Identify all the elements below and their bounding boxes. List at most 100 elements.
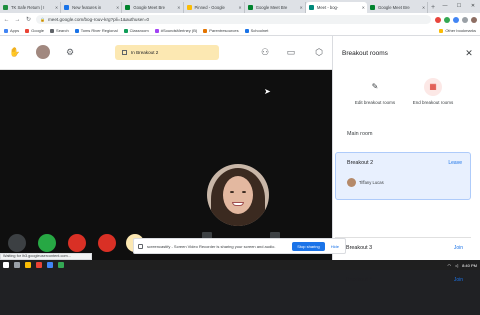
extension-icon[interactable]: [444, 16, 450, 23]
close-panel-button[interactable]: ✕: [462, 46, 476, 60]
avatar: [347, 178, 356, 187]
bookmark-item[interactable]: Toms River Regional: [74, 28, 118, 33]
chrome-icon[interactable]: [36, 262, 42, 268]
main-room-label[interactable]: Main room: [347, 131, 372, 137]
bookmark-favicon-icon: [154, 28, 159, 33]
screen-share-icon: [138, 243, 143, 249]
extension-icon[interactable]: [435, 16, 441, 23]
end-call-button[interactable]: [68, 234, 86, 252]
browser-tab-active[interactable]: Meet - bog- ✕: [305, 2, 368, 13]
leave-room-button[interactable]: Leave: [448, 160, 462, 166]
browser-tab[interactable]: TK Safe Return | I ✕: [0, 2, 62, 13]
back-icon[interactable]: ←: [3, 17, 10, 23]
bookmark-item[interactable]: Classroom: [123, 28, 149, 33]
minimize-icon[interactable]: —: [438, 0, 452, 13]
wifi-icon[interactable]: ◠: [448, 263, 452, 268]
people-icon[interactable]: ⚇: [258, 45, 272, 59]
status-bubble: Waiting for lh3.googleusercontent.com...: [0, 253, 92, 260]
room-name: Breakout 2: [347, 160, 374, 166]
tab-favicon-icon: [247, 5, 253, 10]
bookmark-item[interactable]: Schoolnet: [244, 28, 268, 33]
eye-right: [242, 191, 246, 193]
bookmark-item[interactable]: Google: [25, 28, 44, 33]
room-name: Breakout 3: [346, 245, 373, 251]
close-tab-icon[interactable]: ✕: [238, 2, 241, 13]
activities-icon[interactable]: ⬡: [312, 45, 326, 59]
reload-icon[interactable]: ↻: [25, 16, 32, 23]
windows-start-icon[interactable]: [3, 262, 9, 268]
close-tab-icon[interactable]: ✕: [116, 2, 119, 13]
profile-avatar[interactable]: [471, 16, 477, 23]
bookmark-favicon-icon: [74, 28, 79, 33]
bookmarks-bar: Apps Google Search Toms River Regional C…: [0, 26, 480, 36]
other-bookmarks[interactable]: Other bookmarks: [439, 28, 476, 33]
settings-icon[interactable]: ⚙: [63, 45, 77, 59]
browser-tab[interactable]: Pinned - Google ✕: [184, 2, 245, 13]
extensions: [435, 16, 477, 23]
new-tab-button[interactable]: +: [428, 2, 438, 13]
hide-button[interactable]: Hide: [329, 244, 341, 249]
classroom-icon: [123, 28, 128, 33]
join-room-button[interactable]: Join: [454, 245, 463, 251]
url-field[interactable]: 🔒 meet.google.com/bog-rouv-krg?pli=1&aut…: [36, 15, 431, 24]
join-room-button[interactable]: Join: [454, 277, 463, 283]
tab-favicon-icon: [186, 5, 192, 10]
browser-tab[interactable]: Google Meet Bre ✕: [367, 2, 429, 13]
end-breakout-rooms-button[interactable]: ▦ End breakout rooms: [405, 78, 461, 106]
search-icon: [50, 28, 55, 33]
system-tray: ◠ ◁ 8:40 PM: [448, 263, 477, 268]
google-icon: [25, 28, 30, 33]
room-name: Breakout 4: [346, 277, 373, 283]
clock[interactable]: 8:40 PM: [462, 263, 477, 268]
tab-strip: TK Safe Return | I ✕ New features in ✕ Goo…: [0, 0, 480, 13]
close-tab-icon[interactable]: ✕: [362, 2, 365, 13]
meet-area: ✋ ⚙ In Breakout 2 ⚇ ▭ ⬡ ➤: [0, 36, 332, 260]
camera-button[interactable]: [38, 234, 56, 252]
close-window-icon[interactable]: ✕: [466, 0, 480, 13]
mouse-cursor-icon: ➤: [264, 87, 271, 96]
breakout-panel: Breakout rooms ✕ ✎ Edit breakout rooms ▦…: [332, 36, 480, 283]
extension-icon[interactable]: [453, 16, 459, 23]
taskbar-app-icon[interactable]: [47, 262, 53, 268]
meet-top-bar: ✋ ⚙ In Breakout 2 ⚇ ▭ ⬡: [0, 36, 332, 70]
maximize-icon[interactable]: ☐: [452, 0, 466, 13]
breakout-room-indicator[interactable]: In Breakout 2: [115, 45, 219, 60]
browser-tab[interactable]: Google Meet Bre ✕: [245, 2, 306, 13]
eye-left: [230, 191, 234, 193]
close-tab-icon[interactable]: ✕: [55, 2, 58, 13]
tab-favicon-icon: [370, 5, 376, 10]
taskbar-app-icon[interactable]: [58, 262, 64, 268]
mic-button[interactable]: [8, 234, 26, 252]
browser-tab[interactable]: Google Meet Bre ✕: [122, 2, 184, 13]
file-explorer-icon[interactable]: [25, 262, 31, 268]
panel-title: Breakout rooms: [342, 50, 388, 57]
close-tab-icon[interactable]: ✕: [422, 2, 425, 13]
edit-breakout-rooms-button[interactable]: ✎ Edit breakout rooms: [347, 78, 403, 106]
screen-sharing-notification: screencastify - Screen Video Recorder is…: [133, 238, 346, 254]
extension-icon[interactable]: [462, 16, 468, 23]
close-tab-icon[interactable]: ✕: [177, 2, 180, 13]
forward-icon[interactable]: →: [14, 17, 21, 23]
raise-hand-icon[interactable]: ✋: [8, 45, 22, 59]
tab-favicon-icon: [308, 5, 314, 10]
taskbar: ◠ ◁ 8:40 PM: [0, 260, 480, 270]
tab-favicon-icon: [125, 5, 131, 10]
chat-icon[interactable]: ▭: [284, 45, 298, 59]
bookmark-item[interactable]: #SoundsMeriney (B): [154, 28, 197, 33]
avatar: [36, 45, 50, 59]
volume-icon[interactable]: ◁: [455, 263, 458, 268]
bookmark-item[interactable]: Search: [50, 28, 69, 33]
stop-sharing-button[interactable]: Stop sharing: [292, 241, 325, 251]
captions-button[interactable]: [98, 234, 116, 252]
search-icon[interactable]: [14, 262, 20, 268]
room-member: Tiffany Lucas: [347, 178, 384, 187]
bookmark-item[interactable]: Parentresources: [203, 28, 239, 33]
tab-favicon-icon: [64, 5, 70, 10]
breakout-room-icon: [122, 50, 127, 55]
browser-tab[interactable]: New features in ✕: [61, 2, 123, 13]
pencil-icon: ✎: [371, 82, 379, 92]
lock-icon: 🔒: [40, 17, 45, 22]
face: [223, 176, 253, 214]
bookmark-item[interactable]: Apps: [4, 28, 19, 33]
close-tab-icon[interactable]: ✕: [300, 2, 303, 13]
